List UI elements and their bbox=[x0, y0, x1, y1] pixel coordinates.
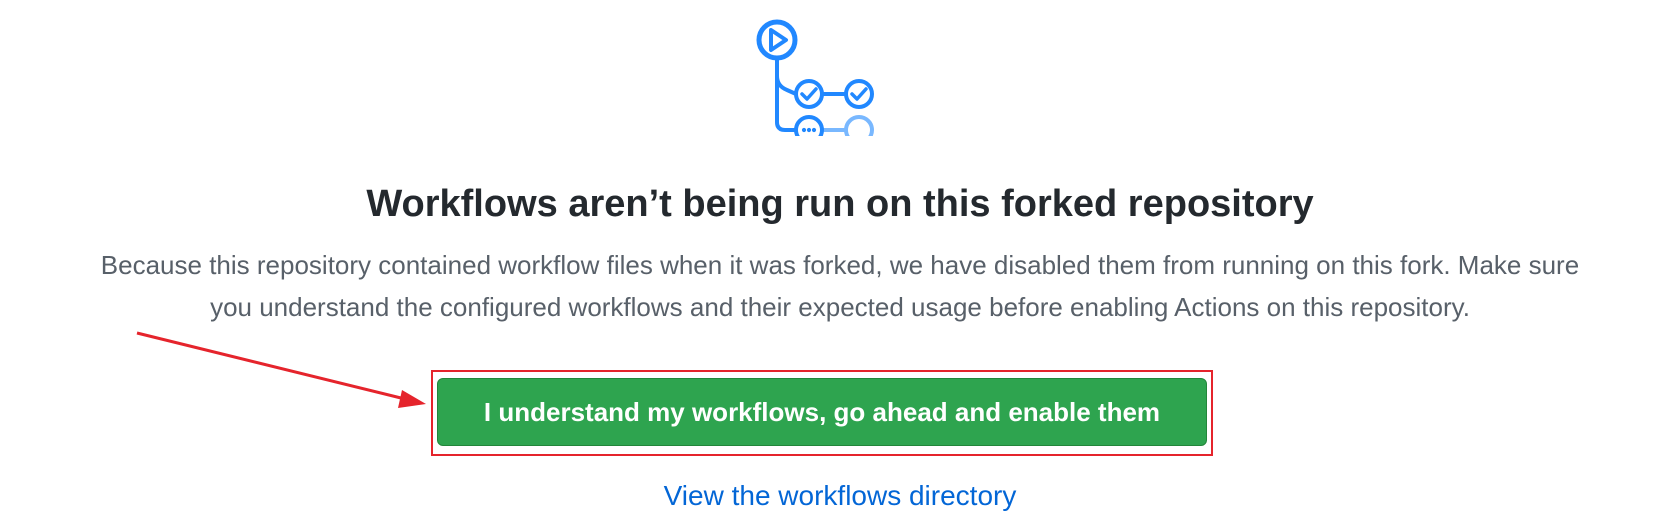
enable-workflows-button[interactable]: I understand my workflows, go ahead and … bbox=[437, 378, 1207, 446]
actions-blankslate: Workflows aren’t being run on this forke… bbox=[0, 0, 1680, 531]
page-title: Workflows aren’t being run on this forke… bbox=[366, 183, 1314, 225]
view-workflows-directory-link[interactable]: View the workflows directory bbox=[664, 480, 1017, 511]
description-line-1: Because this repository contained workfl… bbox=[100, 250, 1580, 280]
description-line-2: you understand the configured workflows … bbox=[210, 292, 1470, 322]
github-actions-workflow-icon bbox=[756, 19, 874, 136]
view-workflows-link-container: View the workflows directory bbox=[0, 476, 1680, 516]
blankslate-description: Because this repository contained workfl… bbox=[0, 244, 1680, 328]
